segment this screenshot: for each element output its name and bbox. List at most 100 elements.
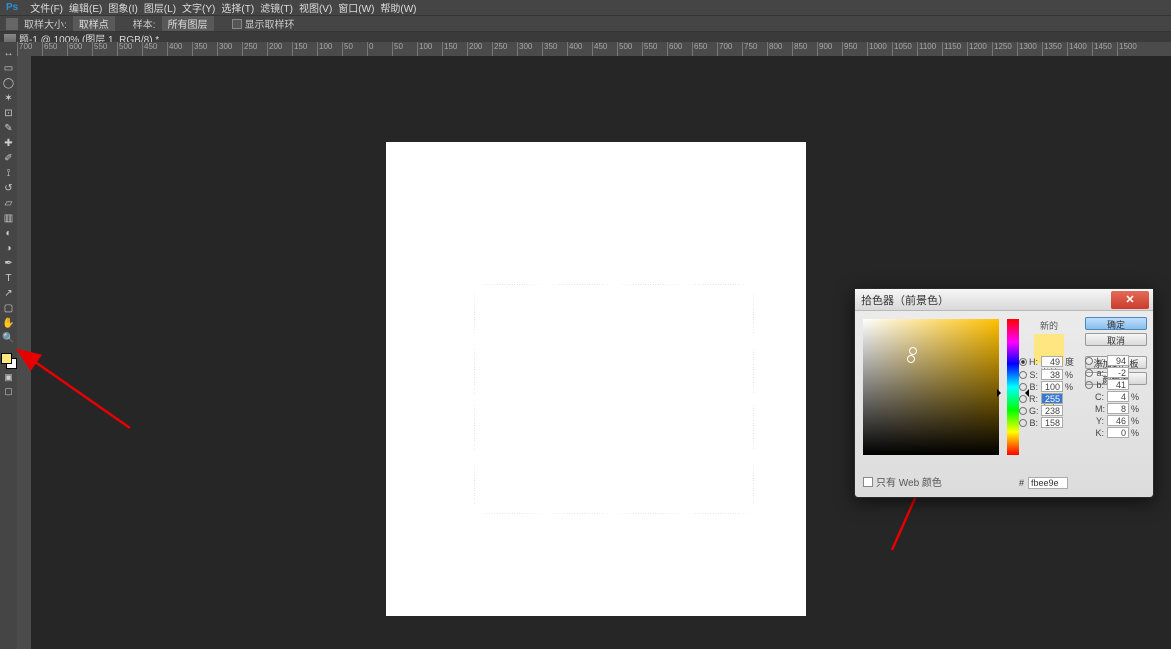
input-a[interactable]: -2 xyxy=(1107,367,1129,378)
cancel-button[interactable]: 取消 xyxy=(1085,333,1147,346)
dialog-titlebar[interactable]: 拾色器（前景色） xyxy=(855,289,1153,311)
wand-tool[interactable]: ✶ xyxy=(2,92,15,105)
radio-g[interactable] xyxy=(1019,407,1027,415)
ruler-tick: 1250 xyxy=(992,42,1017,56)
unit-c: % xyxy=(1131,392,1143,402)
hand-tool[interactable]: ✋ xyxy=(2,317,15,330)
menu-image[interactable]: 图象(I) xyxy=(108,0,137,15)
menu-layer[interactable]: 图层(L) xyxy=(144,0,176,15)
radio-lb[interactable] xyxy=(1085,381,1093,389)
radio-l[interactable] xyxy=(1085,357,1093,365)
input-lb[interactable]: 41 xyxy=(1107,379,1129,390)
document-canvas[interactable] xyxy=(386,142,806,616)
input-y[interactable]: 46 xyxy=(1107,415,1129,426)
ok-button[interactable]: 确定 xyxy=(1085,317,1147,330)
label-b: B: xyxy=(1029,418,1039,428)
gradient-tool[interactable]: ▥ xyxy=(2,212,15,225)
radio-a[interactable] xyxy=(1085,369,1093,377)
radio-bv[interactable] xyxy=(1019,383,1027,391)
radio-r[interactable] xyxy=(1019,395,1027,403)
sample-size-label: 取样大小: xyxy=(24,16,67,31)
crop-tool[interactable]: ⊡ xyxy=(2,107,15,120)
unit-h: 度 xyxy=(1065,355,1077,368)
input-hex[interactable]: fbee9e xyxy=(1028,477,1068,489)
ruler-tick: 100 xyxy=(417,42,442,56)
ruler-tick: 350 xyxy=(542,42,567,56)
ruler-tick: 400 xyxy=(167,42,192,56)
eraser-tool[interactable]: ▱ xyxy=(2,197,15,210)
foreground-swatch[interactable] xyxy=(1,353,12,364)
close-button[interactable] xyxy=(1111,291,1149,309)
menu-type[interactable]: 文字(Y) xyxy=(182,0,215,15)
menu-file[interactable]: 文件(F) xyxy=(30,0,63,15)
heal-tool[interactable]: ✚ xyxy=(2,137,15,150)
sample-dropdown[interactable]: 所有图层 xyxy=(162,16,214,31)
screenmode-icon[interactable]: ▢ xyxy=(2,385,15,397)
ruler-vertical xyxy=(17,56,31,649)
menu-filter[interactable]: 滤镜(T) xyxy=(260,0,293,15)
input-s[interactable]: 38 xyxy=(1041,369,1063,380)
label-y: Y: xyxy=(1095,416,1105,426)
eyedropper-tool[interactable]: ✎ xyxy=(2,122,15,135)
quickmask-icon[interactable]: ▣ xyxy=(2,371,15,383)
ruler-tick: 850 xyxy=(792,42,817,56)
radio-h[interactable] xyxy=(1019,358,1027,366)
label-r: R: xyxy=(1029,394,1039,404)
ruler-tick: 250 xyxy=(242,42,267,56)
text-tool[interactable]: T xyxy=(2,272,15,285)
show-ring-checkbox[interactable] xyxy=(232,19,242,29)
shape-tool[interactable]: ▢ xyxy=(2,302,15,315)
input-c[interactable]: 4 xyxy=(1107,391,1129,402)
ruler-tick: 600 xyxy=(667,42,692,56)
input-l[interactable]: 94 xyxy=(1107,355,1129,366)
radio-s[interactable] xyxy=(1019,371,1027,379)
brush-tool[interactable]: ✐ xyxy=(2,152,15,165)
input-b[interactable]: 158 xyxy=(1041,417,1063,428)
color-swatches[interactable] xyxy=(1,353,17,369)
saturation-value-field[interactable] xyxy=(863,319,999,455)
move-tool[interactable]: ↔ xyxy=(2,47,15,60)
ruler-tick: 1000 xyxy=(867,42,892,56)
ruler-tick: 200 xyxy=(467,42,492,56)
zoom-tool[interactable]: 🔍 xyxy=(2,332,15,345)
webonly-checkbox[interactable] xyxy=(863,477,873,487)
history-brush-tool[interactable]: ↺ xyxy=(2,182,15,195)
blur-tool[interactable]: ◐ xyxy=(2,227,15,240)
ruler-tick: 650 xyxy=(692,42,717,56)
unit-k: % xyxy=(1131,428,1143,438)
label-a: a: xyxy=(1095,368,1105,378)
ruler-tick: 950 xyxy=(842,42,867,56)
new-color-swatch xyxy=(1034,334,1064,349)
menu-help[interactable]: 帮助(W) xyxy=(380,0,416,15)
dodge-tool[interactable]: ◑ xyxy=(2,242,15,255)
menu-edit[interactable]: 编辑(E) xyxy=(69,0,102,15)
input-h[interactable]: 49 xyxy=(1041,356,1063,367)
input-bv[interactable]: 100 xyxy=(1041,381,1063,392)
hue-slider[interactable] xyxy=(1007,319,1019,455)
label-k: K: xyxy=(1095,428,1105,438)
ruler-tick: 150 xyxy=(442,42,467,56)
menu-select[interactable]: 选择(T) xyxy=(221,0,254,15)
label-g: G: xyxy=(1029,406,1039,416)
ruler-tick: 900 xyxy=(817,42,842,56)
radio-b[interactable] xyxy=(1019,419,1027,427)
menu-window[interactable]: 窗口(W) xyxy=(338,0,374,15)
ruler-tick: 100 xyxy=(317,42,342,56)
input-r[interactable]: 255 xyxy=(1041,393,1063,404)
stamp-tool[interactable]: ⟟ xyxy=(2,167,15,180)
show-ring-label: 显示取样环 xyxy=(245,16,295,31)
path-tool[interactable]: ↗ xyxy=(2,287,15,300)
ruler-tick: 250 xyxy=(492,42,517,56)
input-m[interactable]: 8 xyxy=(1107,403,1129,414)
label-h: H: xyxy=(1029,357,1039,367)
color-picker-dialog[interactable]: 拾色器（前景色） 新的 当前 ⚠ 确定 取消 添加到色板 颜色库 xyxy=(854,288,1154,498)
input-k[interactable]: 0 xyxy=(1107,427,1129,438)
input-g[interactable]: 238 xyxy=(1041,405,1063,416)
menu-view[interactable]: 视图(V) xyxy=(299,0,332,15)
sample-size-dropdown[interactable]: 取样点 xyxy=(73,16,115,31)
ruler-tick: 300 xyxy=(217,42,242,56)
ruler-tick: 500 xyxy=(617,42,642,56)
lasso-tool[interactable]: ◯ xyxy=(2,77,15,90)
pen-tool[interactable]: ✒ xyxy=(2,257,15,270)
marquee-tool[interactable]: ▭ xyxy=(2,62,15,75)
